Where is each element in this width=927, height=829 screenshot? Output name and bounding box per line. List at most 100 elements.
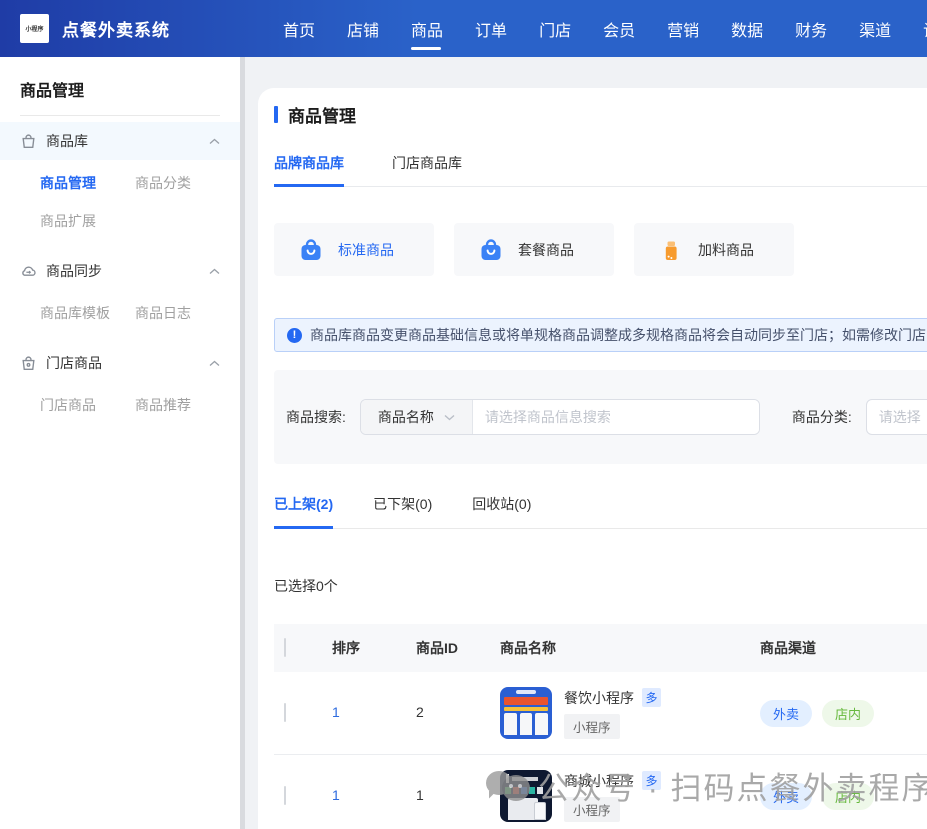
nav-item-products[interactable]: 商品 xyxy=(411,0,443,57)
table-row: 1 1 商城小程序 多 小程序 外卖 店内 xyxy=(274,755,927,829)
nav-item-members[interactable]: 会员 xyxy=(603,0,635,57)
library-tabs: 品牌商品库 门店商品库 xyxy=(274,153,927,187)
product-thumbnail[interactable] xyxy=(500,687,552,739)
app-root: 小程序 点餐外卖系统 首页 店铺 商品 订单 门店 会员 营销 数据 财务 渠道… xyxy=(0,0,927,829)
multi-spec-badge[interactable]: 多 xyxy=(642,771,661,790)
product-type-tag: 小程序 xyxy=(564,713,620,739)
tab-recycle-bin[interactable]: 回收站(0) xyxy=(472,494,531,528)
channel-badge-takeout: 外卖 xyxy=(760,782,813,810)
nav-item-marketing[interactable]: 营销 xyxy=(667,0,699,57)
status-tabs: 已上架(2) 已下架(0) 回收站(0) xyxy=(274,494,927,529)
sidebar-title: 商品管理 xyxy=(20,83,85,100)
sidebar-divider xyxy=(20,115,220,116)
chevron-up-icon[interactable] xyxy=(209,268,220,275)
channel-badge-instore: 店内 xyxy=(822,782,875,810)
sidebar-subgroup-product-sync: 商品库模板 商品日志 xyxy=(0,290,240,338)
nav-item-channels[interactable]: 渠道 xyxy=(859,0,891,57)
sidebar-item-product-extend[interactable]: 商品扩展 xyxy=(40,211,135,231)
product-id: 2 xyxy=(416,704,424,720)
sidebar-scrollbar[interactable] xyxy=(240,57,245,829)
sidebar: 商品管理 商品库 商品管理 商品分类 商品扩展 商品同步 商品库模板 商品日志 … xyxy=(0,57,240,829)
app-logo: 小程序 xyxy=(20,14,49,43)
nav-item-home[interactable]: 首页 xyxy=(283,0,315,57)
header-sort: 排序 xyxy=(332,640,360,656)
search-control: 商品名称 xyxy=(359,399,760,435)
sidebar-section-label: 商品同步 xyxy=(46,263,102,279)
tab-on-shelf[interactable]: 已上架(2) xyxy=(274,494,334,529)
nav-item-shop[interactable]: 店铺 xyxy=(347,0,379,57)
nav-item-settings[interactable]: 设置 xyxy=(923,0,927,57)
nav-item-orders[interactable]: 订单 xyxy=(475,0,507,57)
seasoning-bottle-icon xyxy=(658,237,684,263)
create-button-label: 加料商品 xyxy=(698,241,754,258)
sync-notice-banner: ! 商品库商品变更商品基础信息或将单规格商品调整成多规格商品将会自动同步至门店；… xyxy=(274,318,927,352)
info-icon: ! xyxy=(287,327,302,343)
product-name: 餐饮小程序 xyxy=(564,689,634,706)
bag-icon xyxy=(478,237,504,263)
category-input[interactable] xyxy=(865,399,927,435)
sidebar-item-product-log[interactable]: 商品日志 xyxy=(135,303,230,323)
sidebar-section-store-products[interactable]: 门店商品 xyxy=(0,344,240,382)
selected-count-text: 已选择0个 xyxy=(274,578,338,594)
search-label: 商品搜索: xyxy=(286,409,346,425)
cloud-sync-icon xyxy=(20,263,37,280)
top-navbar: 小程序 点餐外卖系统 首页 店铺 商品 订单 门店 会员 营销 数据 财务 渠道… xyxy=(0,0,927,57)
title-accent-bar xyxy=(274,106,278,123)
topping-product-button[interactable]: 加料商品 xyxy=(634,223,794,276)
category-label: 商品分类: xyxy=(791,409,852,425)
sidebar-section-label: 门店商品 xyxy=(46,355,102,371)
sidebar-item-store-product[interactable]: 门店商品 xyxy=(40,395,135,415)
search-field-select[interactable]: 商品名称 xyxy=(360,400,473,434)
chevron-up-icon[interactable] xyxy=(209,360,220,367)
chevron-down-icon xyxy=(444,414,455,421)
app-title: 点餐外卖系统 xyxy=(62,21,170,40)
nav-item-data[interactable]: 数据 xyxy=(731,0,763,57)
sort-value-link[interactable]: 1 xyxy=(332,787,340,803)
top-nav-menu: 首页 店铺 商品 订单 门店 会员 营销 数据 财务 渠道 设置 xyxy=(283,0,927,57)
app-logo-text: 小程序 xyxy=(25,27,44,33)
product-thumbnail[interactable] xyxy=(500,770,552,822)
row-checkbox[interactable] xyxy=(284,786,286,805)
product-name: 商城小程序 xyxy=(564,772,634,789)
search-select-value: 商品名称 xyxy=(377,409,434,425)
sidebar-item-product-manage[interactable]: 商品管理 xyxy=(40,173,135,193)
tab-off-shelf[interactable]: 已下架(0) xyxy=(373,494,432,528)
sidebar-subgroup-store-products: 门店商品 商品推荐 xyxy=(0,382,240,430)
sidebar-item-product-category[interactable]: 商品分类 xyxy=(135,173,230,193)
main-content-card: 商品管理 品牌商品库 门店商品库 标准商品 套餐商品 加料商品 ! 商品库商品变… xyxy=(258,88,927,829)
row-checkbox[interactable] xyxy=(284,703,286,722)
tab-store-library[interactable]: 门店商品库 xyxy=(392,153,462,186)
nav-item-stores[interactable]: 门店 xyxy=(539,0,571,57)
tab-brand-library[interactable]: 品牌商品库 xyxy=(274,153,344,187)
page-title: 商品管理 xyxy=(288,107,356,126)
search-panel: 商品搜索: 商品名称 商品分类: xyxy=(274,370,927,464)
create-buttons-row: 标准商品 套餐商品 加料商品 xyxy=(274,223,927,276)
multi-spec-badge[interactable]: 多 xyxy=(642,688,661,707)
combo-product-button[interactable]: 套餐商品 xyxy=(454,223,614,276)
search-input[interactable] xyxy=(472,400,759,434)
channel-badge-instore: 店内 xyxy=(822,699,875,727)
sidebar-section-label: 商品库 xyxy=(46,133,88,149)
sidebar-section-product-sync[interactable]: 商品同步 xyxy=(0,252,240,290)
sort-value-link[interactable]: 1 xyxy=(332,704,340,720)
notice-text: 商品库商品变更商品基础信息或将单规格商品调整成多规格商品将会自动同步至门店；如需… xyxy=(310,327,926,343)
create-button-label: 标准商品 xyxy=(338,241,394,258)
store-bag-icon xyxy=(20,355,37,372)
standard-product-button[interactable]: 标准商品 xyxy=(274,223,434,276)
select-all-checkbox[interactable] xyxy=(284,638,286,657)
product-id: 1 xyxy=(416,787,424,803)
product-type-tag: 小程序 xyxy=(564,796,620,822)
sidebar-section-product-library[interactable]: 商品库 xyxy=(0,122,240,160)
page-title-row: 商品管理 xyxy=(274,102,927,127)
product-table: 排序 商品ID 商品名称 商品渠道 1 2 餐饮小程序 多 小程序 外卖 店内 … xyxy=(274,624,927,829)
table-row: 1 2 餐饮小程序 多 小程序 外卖 店内 xyxy=(274,672,927,755)
header-product-name: 商品名称 xyxy=(500,640,556,656)
chevron-up-icon[interactable] xyxy=(209,138,220,145)
header-product-id: 商品ID xyxy=(416,640,458,656)
header-product-channel: 商品渠道 xyxy=(760,640,816,656)
sidebar-item-product-recommend[interactable]: 商品推荐 xyxy=(135,395,230,415)
nav-item-finance[interactable]: 财务 xyxy=(795,0,827,57)
sidebar-item-library-template[interactable]: 商品库模板 xyxy=(40,303,135,323)
table-header-row: 排序 商品ID 商品名称 商品渠道 xyxy=(274,624,927,672)
create-button-label: 套餐商品 xyxy=(518,241,574,258)
